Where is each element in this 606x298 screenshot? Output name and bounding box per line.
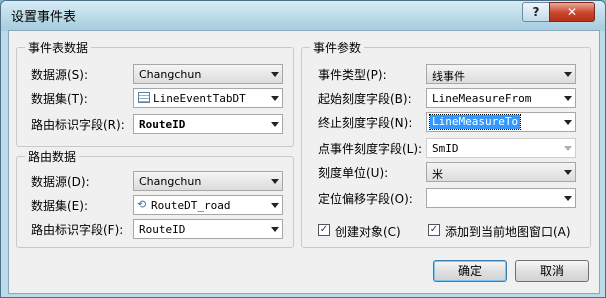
measure-unit-label: 刻度单位(U):	[318, 166, 389, 180]
route-route-id-label: 路由标识字段(F):	[31, 223, 124, 237]
add-to-map-label[interactable]: 添加到当前地图窗口(A)	[445, 223, 571, 240]
event-dataset-label: 数据集(T):	[31, 92, 88, 106]
route-route-id-combo[interactable]: RouteID	[133, 219, 283, 239]
event-params-title: 事件参数	[310, 39, 365, 56]
route-dataset-label: 数据集(E):	[31, 199, 88, 213]
table-icon	[138, 92, 150, 103]
close-button[interactable]: ✕	[549, 2, 595, 22]
event-dataset-combo[interactable]: LineEventTabDT	[133, 88, 283, 108]
chevron-down-icon	[271, 96, 279, 101]
measure-unit-value: 米	[432, 168, 443, 181]
chevron-down-icon	[564, 96, 572, 101]
route-data-title: 路由数据	[25, 148, 80, 165]
end-measure-value: LineMeasureTo	[428, 114, 522, 130]
start-measure-combo[interactable]: LineMeasureFrom	[426, 88, 576, 108]
route-route-id-value: RouteID	[139, 223, 186, 236]
create-object-label[interactable]: 创建对象(C)	[335, 223, 401, 240]
dialog-window: 设置事件表 ? ✕ 事件表数据 数据源(S): Changchun 数据集(T)…	[0, 0, 606, 298]
chevron-down-icon	[564, 72, 572, 77]
chevron-down-icon	[271, 227, 279, 232]
event-route-id-label: 路由标识字段(R):	[31, 118, 125, 132]
cancel-button[interactable]: 取消	[515, 260, 589, 282]
event-type-combo[interactable]: 线事件	[426, 64, 576, 84]
ok-button[interactable]: 确定	[433, 260, 507, 282]
point-measure-combo[interactable]: SmID	[426, 138, 576, 158]
event-type-label: 事件类型(P):	[318, 68, 387, 82]
event-type-value: 线事件	[432, 70, 465, 83]
help-button[interactable]: ?	[522, 2, 550, 22]
add-to-map-checkbox[interactable]: ✓	[428, 224, 440, 236]
event-table-data-title: 事件表数据	[25, 39, 92, 56]
event-params-group: 事件参数 事件类型(P): 线事件 起始刻度字段(B): LineMeasure…	[301, 39, 591, 248]
route-dataset-value: RouteDT_road	[151, 199, 231, 212]
start-measure-label: 起始刻度字段(B):	[318, 92, 412, 106]
create-object-checkbox[interactable]: ✓	[318, 224, 330, 236]
title-bar[interactable]: 设置事件表 ? ✕	[1, 1, 605, 29]
measure-unit-combo[interactable]: 米	[426, 162, 576, 182]
route-dataset-combo[interactable]: ⟲ RouteDT_road	[133, 195, 283, 215]
dialog-client-area: 事件表数据 数据源(S): Changchun 数据集(T): LineEven…	[8, 30, 600, 294]
end-measure-label: 终止刻度字段(N):	[318, 116, 413, 130]
point-measure-value: SmID	[432, 142, 459, 155]
event-route-id-combo[interactable]: RouteID	[133, 114, 283, 134]
chevron-down-icon	[564, 146, 572, 151]
event-datasource-label: 数据源(S):	[31, 68, 89, 82]
start-measure-value: LineMeasureFrom	[432, 92, 532, 105]
chevron-down-icon	[564, 120, 572, 125]
route-datasource-label: 数据源(D):	[31, 175, 90, 189]
event-table-data-group: 事件表数据 数据源(S): Changchun 数据集(T): LineEven…	[16, 39, 294, 147]
point-measure-label: 点事件刻度字段(L):	[318, 142, 423, 156]
event-datasource-value: Changchun	[139, 68, 202, 81]
event-dataset-value: LineEventTabDT	[153, 92, 246, 105]
route-datasource-combo[interactable]: Changchun	[133, 171, 283, 191]
window-title: 设置事件表	[11, 10, 77, 25]
end-measure-combo[interactable]: LineMeasureTo	[426, 112, 576, 132]
chevron-down-icon	[271, 203, 279, 208]
route-data-group: 路由数据 数据源(D): Changchun 数据集(E): ⟲ RouteDT…	[16, 148, 294, 248]
event-datasource-combo[interactable]: Changchun	[133, 64, 283, 84]
chevron-down-icon	[271, 122, 279, 127]
offset-label: 定位偏移字段(O):	[318, 192, 413, 206]
route-icon: ⟲	[137, 198, 147, 211]
chevron-down-icon	[271, 72, 279, 77]
chevron-down-icon	[271, 179, 279, 184]
offset-combo[interactable]	[426, 188, 576, 208]
chevron-down-icon	[564, 196, 572, 201]
route-datasource-value: Changchun	[139, 175, 202, 188]
event-route-id-value: RouteID	[139, 118, 186, 131]
chevron-down-icon	[564, 170, 572, 175]
